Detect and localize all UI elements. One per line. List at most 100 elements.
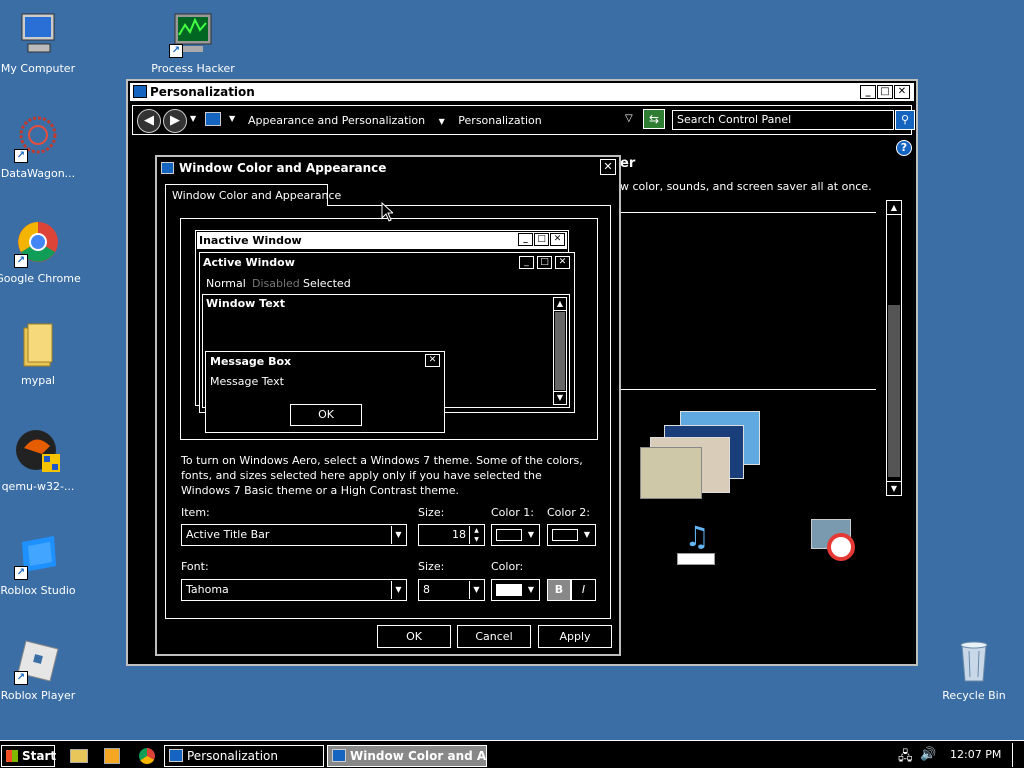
theme-thumbnail-stack-icon[interactable] — [640, 411, 764, 501]
desktop-icon-label: qemu-w32-... — [1, 480, 75, 493]
active-title: Active Window — [203, 256, 295, 269]
msgbox-close-icon: ✕ — [425, 354, 440, 367]
page-heading-fragment: er — [620, 156, 636, 171]
desktop-icon-my-computer[interactable]: My Computer — [0, 10, 86, 75]
screen-saver-icon[interactable] — [809, 519, 857, 565]
taskbar: Start Personalization Window Color and A… — [0, 740, 1024, 768]
font-size-label: Size: — [418, 560, 445, 573]
item-select[interactable]: Active Title Bar ▼ — [181, 524, 407, 546]
chrome-quicklaunch-icon[interactable] — [139, 748, 155, 764]
start-button[interactable]: Start — [1, 745, 56, 767]
breadcrumb-separator-icon[interactable]: ▼ — [439, 117, 445, 126]
desktop-icon-label: Roblox Studio — [0, 584, 76, 597]
search-icon[interactable]: ⚲ — [895, 110, 915, 130]
font-color-picker[interactable]: ▼ — [491, 579, 540, 601]
cancel-button[interactable]: Cancel — [457, 625, 531, 648]
desktop-icon-label: Process Hacker — [151, 62, 235, 75]
window-title: Personalization — [150, 85, 255, 99]
sounds-icon[interactable]: ♫ — [673, 519, 721, 565]
italic-button[interactable]: I — [571, 579, 596, 601]
explorer-quicklaunch-icon[interactable] — [70, 749, 88, 763]
desktop-icon-datawagon[interactable]: ↗ DataWagon... — [0, 115, 86, 180]
chevron-down-icon: ▼ — [583, 530, 591, 539]
taskbar-item-window-color[interactable]: Window Color and Ap... — [327, 745, 487, 767]
font-label: Font: — [181, 560, 209, 573]
mouse-cursor-icon — [381, 202, 393, 222]
scroll-down-icon: ▼ — [554, 391, 566, 404]
clock[interactable]: 12:07 PM — [950, 748, 1001, 761]
preview-area: Inactive Window _ □ ✕ Active Window _ □ … — [180, 218, 598, 440]
location-dropdown-icon[interactable]: ▼ — [229, 114, 235, 123]
taskbar-item-label: Personalization — [187, 749, 278, 763]
desktop-icon-label: mypal — [20, 374, 55, 387]
stepper-arrows-icon[interactable]: ▲ ▼ — [469, 526, 483, 544]
shortcut-arrow-icon: ↗ — [169, 44, 183, 58]
desktop-icon-label: Roblox Player — [0, 689, 76, 702]
msgbox-ok-button[interactable]: OK — [290, 404, 362, 426]
history-dropdown-icon[interactable]: ▼ — [190, 114, 196, 123]
scroll-down-button[interactable]: ▼ — [887, 481, 901, 495]
size-label: Size: — [418, 506, 445, 519]
desktop-icon-recycle-bin[interactable]: Recycle Bin — [926, 637, 1022, 702]
forward-button[interactable]: ▶ — [163, 109, 187, 133]
help-icon[interactable]: ? — [896, 140, 912, 156]
tab-window-color[interactable]: Window Color and Appearance — [165, 184, 341, 206]
scroll-thumb — [555, 312, 565, 390]
chevron-down-icon: ▼ — [527, 530, 535, 539]
font-size-select[interactable]: 8 ▼ — [418, 579, 485, 601]
folder-icon — [14, 322, 62, 370]
desktop-icon-roblox-studio[interactable]: ↗ Roblox Studio — [0, 532, 86, 597]
preview-message-box[interactable]: Message Box ✕ Message Text OK — [205, 351, 445, 433]
breadcrumb-personalization[interactable]: Personalization — [458, 114, 541, 127]
shortcut-arrow-icon: ↗ — [14, 254, 28, 268]
search-input[interactable]: Search Control Panel — [672, 110, 894, 130]
chevron-down-icon: ▼ — [391, 581, 405, 599]
aero-info-text: To turn on Windows Aero, select a Window… — [181, 454, 583, 497]
menu-selected[interactable]: Selected — [303, 277, 351, 290]
back-button[interactable]: ◀ — [137, 109, 161, 133]
menu-normal[interactable]: Normal — [206, 277, 246, 290]
navigation-bar: ◀ ▶ ▼ ▼ Appearance and Personalization ▼… — [132, 105, 915, 135]
color1-picker[interactable]: ▼ — [491, 524, 540, 546]
desktop-icon-label: DataWagon... — [0, 167, 76, 180]
media-player-quicklaunch-icon[interactable] — [104, 748, 120, 764]
themes-scrollbar[interactable]: ▲ ▼ — [886, 200, 902, 496]
scroll-thumb[interactable] — [888, 305, 900, 477]
network-icon[interactable]: 🖧 — [898, 747, 913, 768]
desktop-icon-roblox-player[interactable]: ↗ Roblox Player — [0, 637, 86, 702]
minimize-button[interactable]: _ — [860, 85, 876, 99]
taskbar-item-label: Window Color and Ap... — [350, 749, 487, 763]
windows-logo-icon — [6, 750, 18, 762]
dialog-title-bar[interactable]: Window Color and Appearance — [161, 159, 386, 177]
item-size-stepper[interactable]: 18 ▲ ▼ — [418, 524, 485, 546]
personalization-title-bar[interactable]: Personalization _ □ ✕ — [130, 83, 914, 101]
menu-disabled[interactable]: Disabled — [252, 277, 300, 290]
desktop-icon-qemu[interactable]: qemu-w32-... — [0, 428, 86, 493]
dialog-title: Window Color and Appearance — [179, 161, 387, 175]
taskbar-item-personalization[interactable]: Personalization — [164, 745, 324, 767]
desktop-icon-process-hacker[interactable]: ↗ Process Hacker — [145, 10, 241, 75]
show-desktop-button[interactable] — [1012, 743, 1022, 767]
maximize-button[interactable]: □ — [877, 85, 893, 99]
volume-icon[interactable]: 🔊 — [920, 747, 936, 762]
desktop-icon-mypal[interactable]: mypal — [0, 322, 86, 387]
breadcrumb-appearance[interactable]: Appearance and Personalization — [248, 114, 425, 127]
font-select[interactable]: Tahoma ▼ — [181, 579, 407, 601]
refresh-button[interactable]: ⇆ — [643, 109, 665, 129]
bold-button[interactable]: B — [547, 579, 571, 601]
monitor-graph-icon: ↗ — [169, 10, 217, 58]
qemu-icon — [14, 428, 62, 476]
desktop-icon-google-chrome[interactable]: ↗ Google Chrome — [0, 220, 86, 285]
dialog-close-button[interactable]: ✕ — [600, 159, 616, 175]
desktop-icon-label: Recycle Bin — [942, 689, 1006, 702]
active-window-controls: _ □ ✕ — [519, 256, 570, 269]
apply-button[interactable]: Apply — [538, 625, 612, 648]
address-dropdown-icon[interactable]: ▽ — [625, 113, 633, 124]
color2-picker[interactable]: ▼ — [547, 524, 596, 546]
scroll-up-icon: ▲ — [554, 298, 566, 311]
preview-close-icon: ✕ — [550, 233, 565, 246]
ok-button[interactable]: OK — [377, 625, 451, 648]
close-button[interactable]: ✕ — [894, 85, 910, 99]
preview-maximize-icon: □ — [534, 233, 549, 246]
scroll-up-button[interactable]: ▲ — [887, 201, 901, 215]
